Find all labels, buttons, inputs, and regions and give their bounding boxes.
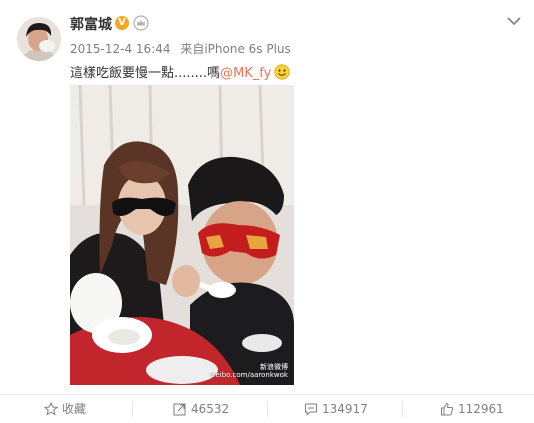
comment-button[interactable]: 134917 — [304, 395, 368, 423]
divider — [402, 401, 403, 417]
post-meta: 2015-12-4 16:44 来自iPhone 6s Plus — [70, 40, 291, 57]
post-photo[interactable]: 新浪微博 weibo.com/aaronkwok — [70, 85, 294, 385]
repost-button[interactable]: 46532 — [173, 395, 229, 423]
star-icon — [44, 402, 58, 416]
comment-count: 134917 — [322, 402, 368, 416]
image-watermark: 新浪微博 weibo.com/aaronkwok — [210, 363, 288, 379]
chevron-down-icon[interactable] — [505, 13, 523, 29]
username[interactable]: 郭富城 — [70, 14, 112, 34]
repost-count: 46532 — [191, 402, 230, 416]
mention-link[interactable]: @MK_fy — [220, 66, 271, 81]
post-body: 這樣吃飯要慢一點........嗎 — [70, 66, 221, 81]
like-button[interactable]: 112961 — [440, 395, 504, 423]
avatar[interactable] — [17, 17, 61, 61]
crown-icon — [133, 15, 149, 31]
favorite-label: 收藏 — [62, 402, 87, 416]
divider — [267, 401, 268, 417]
post-text: 這樣吃飯要慢一點........嗎@MK_fy — [70, 64, 290, 83]
favorite-button[interactable]: 收藏 — [44, 395, 86, 423]
comment-icon — [305, 403, 317, 416]
post-timestamp[interactable]: 2015-12-4 16:44 — [70, 42, 171, 56]
watermark-line-2: weibo.com/aaronkwok — [209, 371, 288, 379]
like-count: 112961 — [458, 402, 504, 416]
smiley-icon — [274, 64, 290, 80]
source-prefix: 来自 — [180, 42, 205, 56]
thumbs-up-icon — [441, 402, 454, 416]
repost-icon — [173, 403, 186, 416]
watermark-line-1: 新浪微博 — [260, 363, 288, 371]
divider — [132, 401, 133, 417]
weibo-post-card: 郭富城 V 2015-12-4 16:44 来自iPhone 6s Plus 這… — [0, 0, 534, 423]
verified-badge: V — [115, 16, 129, 30]
source-device[interactable]: iPhone 6s Plus — [204, 42, 290, 56]
action-bar: 收藏 46532 134917 112961 — [0, 394, 534, 423]
